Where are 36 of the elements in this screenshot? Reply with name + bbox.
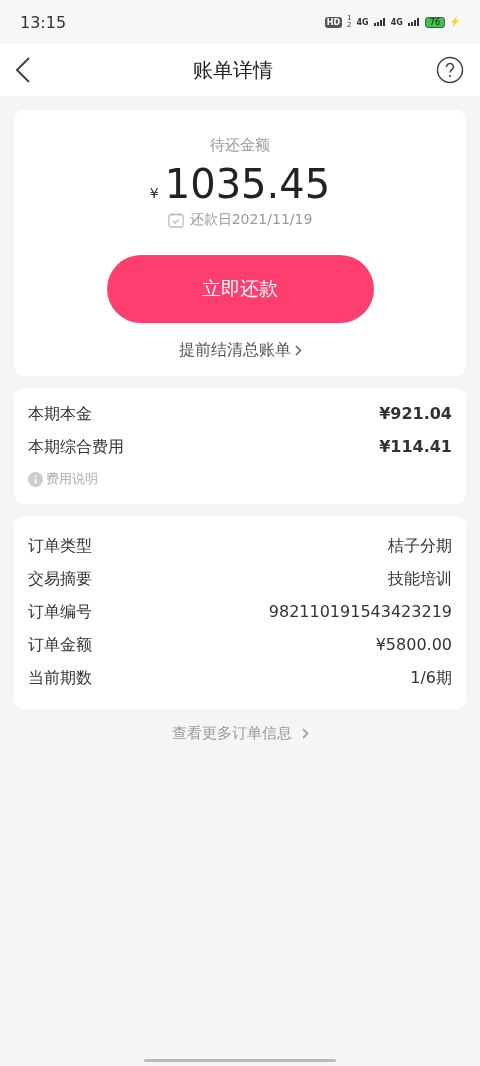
battery-level: 76	[424, 16, 445, 28]
row-label: 订单金额	[28, 635, 92, 656]
row-label: 本期本金	[28, 404, 92, 425]
hd-badge: HD	[324, 16, 343, 28]
row-label: 本期综合费用	[28, 437, 124, 458]
row-value: ¥114.41	[379, 437, 452, 458]
fee-note-link[interactable]: 费用说明	[28, 470, 452, 488]
row-value: 桔子分期	[388, 536, 452, 557]
currency-symbol: ¥	[149, 185, 159, 201]
more-order-info-link[interactable]: 查看更多订单信息	[165, 723, 315, 744]
page-title: 账单详情	[193, 56, 273, 84]
amount-label: 待还金额	[210, 136, 270, 155]
row-value: 技能培训	[388, 569, 452, 590]
signal-icon	[407, 18, 420, 26]
amount-due: 1035.45	[164, 161, 331, 207]
row-value: ¥5800.00	[375, 635, 452, 656]
pay-now-button[interactable]: 立即还款	[106, 255, 374, 323]
back-icon[interactable]	[16, 57, 30, 83]
help-icon[interactable]	[436, 56, 464, 84]
row-label: 当前期数	[28, 668, 92, 689]
calendar-icon	[167, 212, 184, 228]
signal-icon	[373, 18, 386, 26]
status-time: 13:15	[20, 12, 67, 32]
info-icon	[28, 471, 43, 487]
network-label: 4G	[390, 17, 403, 27]
row-label: 订单编号	[28, 602, 92, 623]
row-value: 982110191543423219	[268, 602, 452, 623]
row-label: 订单类型	[28, 536, 92, 557]
settle-link[interactable]: 提前结清总账单	[172, 339, 308, 362]
due-date: 还款日2021/11/19	[189, 211, 313, 229]
row-value: ¥921.04	[379, 404, 452, 425]
chevron-right-icon	[301, 728, 309, 739]
network-label: 4G	[356, 17, 369, 27]
row-value: 1/6期	[410, 668, 452, 689]
chevron-right-icon	[294, 345, 302, 356]
row-label: 交易摘要	[28, 569, 92, 590]
